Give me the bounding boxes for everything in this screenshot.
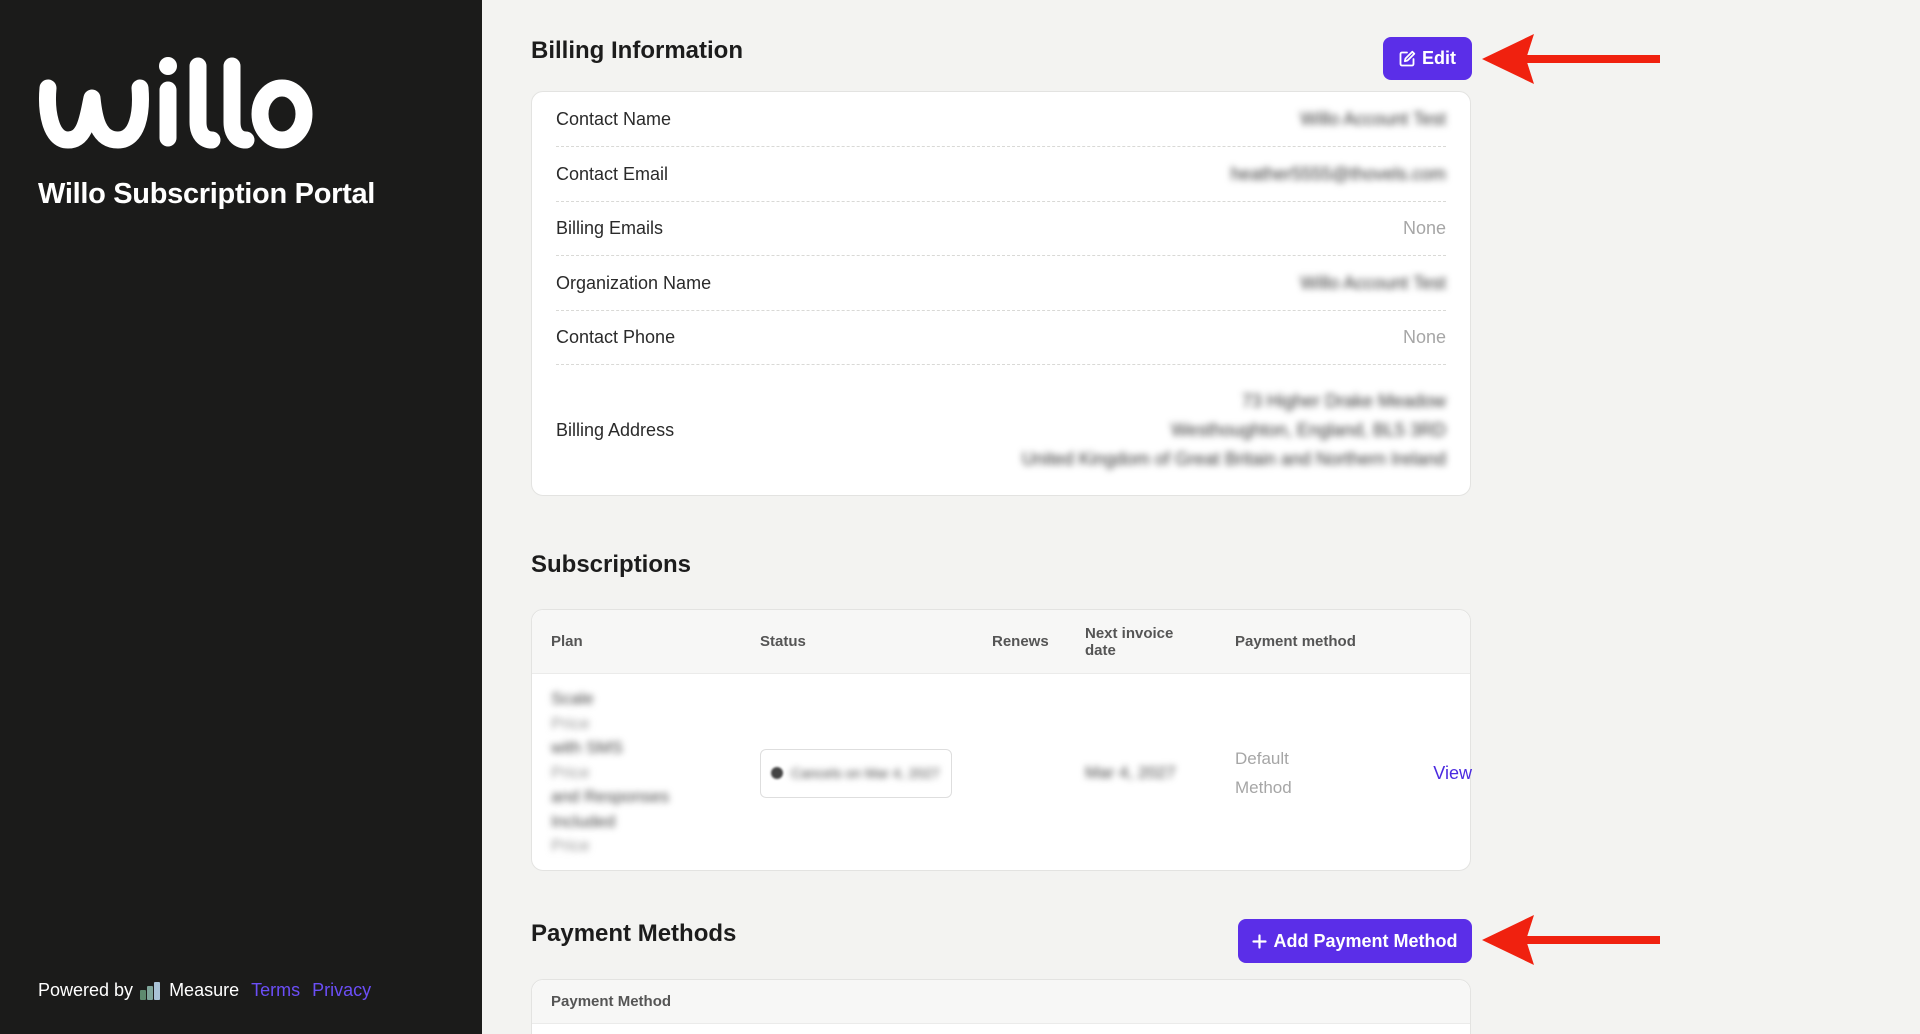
col-status: Status — [760, 633, 806, 650]
payment-methods-card: Payment Method — [531, 979, 1471, 1034]
sidebar: Willo Subscription Portal Powered by Mea… — [0, 0, 482, 1034]
add-payment-method-label: Add Payment Method — [1273, 930, 1458, 951]
view-subscription-link[interactable]: View — [1433, 763, 1472, 783]
info-value: None — [1402, 327, 1446, 347]
main-content[interactable]: Billing Information Edit Contact Name Wi… — [482, 0, 1920, 1034]
col-next-invoice-line: Next invoice — [1085, 624, 1174, 642]
info-value: Willo Account Test — [1300, 108, 1446, 129]
address-line: United Kingdom of Great Britain and Nort… — [1021, 448, 1446, 469]
measure-brand-label: Measure — [169, 980, 240, 1000]
col-payment-method: Payment Method — [551, 993, 672, 1010]
annotation-arrow-icon — [1482, 34, 1660, 84]
payment-methods-title: Payment Methods — [531, 920, 737, 947]
info-value: None — [1402, 218, 1446, 238]
plan-line: Price — [551, 762, 590, 782]
plan-line: Price — [551, 713, 590, 733]
status-dot-icon — [771, 767, 783, 779]
table-row: Scale Price with SMS Price and Responses… — [532, 674, 1472, 872]
measure-brand[interactable]: Measure — [139, 980, 239, 1001]
info-label: Contact Email — [556, 163, 669, 184]
info-label: Contact Phone — [556, 327, 676, 347]
info-row-contact-email: Contact Email heather5555@thovels.com — [556, 147, 1446, 202]
measure-logo-icon — [140, 981, 161, 1000]
info-label: Contact Name — [556, 108, 672, 129]
payment-method-cell: Default Method — [1235, 744, 1392, 802]
edit-button-label: Edit — [1422, 48, 1456, 68]
status-badge: Cancels on Mar 4, 2027 — [760, 748, 952, 798]
plan-cell: Scale Price with SMS Price and Responses… — [532, 687, 760, 859]
plus-icon — [1252, 933, 1268, 949]
plan-line: Scale — [551, 689, 594, 709]
plan-line: Price — [551, 836, 590, 856]
info-row-billing-emails: Billing Emails None — [556, 202, 1446, 256]
annotation-arrow-icon — [1482, 915, 1660, 965]
col-next-invoice-line: date — [1085, 641, 1116, 659]
next-invoice-cell: Mar 4, 2027 — [1085, 763, 1176, 782]
payment-method-line: Method — [1235, 778, 1292, 797]
info-row-contact-name: Contact Name Willo Account Test — [556, 92, 1446, 147]
edit-button[interactable]: Edit — [1383, 37, 1472, 80]
terms-link[interactable]: Terms — [251, 980, 300, 1001]
willo-logo — [36, 52, 316, 157]
action-cell: View — [1392, 763, 1472, 784]
col-next-invoice: Next invoice date — [1085, 625, 1235, 659]
sidebar-footer: Powered by Measure Terms Privacy — [38, 980, 383, 1001]
payment-method-line: Default — [1235, 749, 1289, 768]
info-row-billing-address: Billing Address 73 Higher Drake Meadow W… — [556, 365, 1446, 495]
privacy-link[interactable]: Privacy — [312, 980, 371, 1001]
info-value: heather5555@thovels.com — [1230, 163, 1446, 184]
info-row-contact-phone: Contact Phone None — [556, 311, 1446, 365]
address-value: 73 Higher Drake Meadow Westhoughton, Eng… — [1022, 387, 1446, 474]
add-payment-method-button[interactable]: Add Payment Method — [1238, 919, 1472, 963]
subscriptions-title: Subscriptions — [531, 551, 692, 578]
address-line: 73 Higher Drake Meadow — [1241, 390, 1446, 411]
plan-line: and Responses — [551, 787, 670, 807]
plan-line: Included — [551, 811, 616, 831]
info-label: Organization Name — [556, 272, 712, 293]
status-cell: Cancels on Mar 4, 2027 — [760, 748, 992, 798]
info-value: Willo Account Test — [1300, 272, 1446, 293]
info-label: Billing Emails — [556, 218, 664, 238]
info-label: Billing Address — [556, 419, 675, 440]
col-renews: Renews — [992, 633, 1049, 650]
plan-line: with SMS — [551, 738, 623, 758]
willo-logo-icon — [39, 57, 313, 149]
subscriptions-card: Plan Status Renews Next invoice date Pay… — [531, 609, 1472, 872]
status-text: Cancels on Mar 4, 2027 — [791, 764, 940, 781]
payment-methods-table-header: Payment Method — [532, 980, 1470, 1024]
subscriptions-table-header: Plan Status Renews Next invoice date Pay… — [532, 610, 1470, 674]
portal-title: Willo Subscription Portal — [38, 178, 376, 210]
billing-card: Contact Name Willo Account Test Contact … — [531, 91, 1471, 496]
powered-by-text: Powered by — [38, 980, 134, 1000]
billing-title: Billing Information — [531, 37, 743, 64]
info-row-organization-name: Organization Name Willo Account Test — [556, 256, 1446, 311]
col-plan: Plan — [551, 633, 583, 650]
col-payment-method: Payment method — [1235, 633, 1356, 650]
edit-icon — [1399, 50, 1416, 67]
address-line: Westhoughton, England, BL5 3RD — [1171, 419, 1446, 440]
